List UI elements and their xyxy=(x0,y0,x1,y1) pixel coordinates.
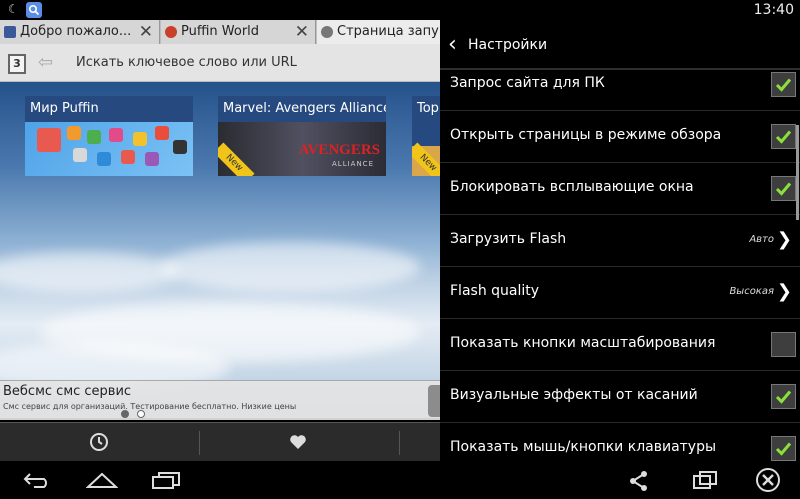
globe-icon xyxy=(321,26,333,38)
screen-icon[interactable] xyxy=(692,470,718,496)
setting-label: Показать мышь/кнопки клавиатуры xyxy=(450,439,717,455)
ad-banner[interactable]: Вебсмс смс сервис Смс сервис для организ… xyxy=(0,380,440,420)
clock-time: 13:40 xyxy=(753,2,794,18)
checkbox-checked[interactable] xyxy=(771,72,796,97)
tile-title: Marvel: Avengers Alliance xyxy=(218,96,386,122)
setting-load-flash[interactable]: Загрузить Flash Авто ❯ xyxy=(440,215,800,267)
tab-start-page[interactable]: Страница запу... xyxy=(317,20,440,44)
close-icon[interactable] xyxy=(755,467,781,497)
browser-pane: Добро пожало... ✕ Puffin World ✕ Страниц… xyxy=(0,20,440,461)
tile-image: AVENGERS ALLIANCE New xyxy=(218,122,386,176)
setting-label: Flash quality xyxy=(450,283,540,299)
new-badge: New xyxy=(218,142,255,176)
tile-top[interactable]: Top Mar New xyxy=(412,96,440,176)
home-icon[interactable] xyxy=(85,471,119,493)
page-dot xyxy=(137,410,145,418)
tab-title: Страница запу... xyxy=(337,24,440,39)
facebook-icon xyxy=(4,26,16,38)
chevron-left-icon[interactable]: ‹ xyxy=(448,32,457,57)
back-icon[interactable] xyxy=(22,471,52,493)
tab-count-button[interactable]: 3 xyxy=(8,54,26,74)
moon-icon: ☾ xyxy=(8,2,19,16)
app-icon xyxy=(26,2,42,18)
setting-value: Высокая xyxy=(729,286,774,297)
setting-label: Запрос сайта для ПК xyxy=(450,75,605,91)
scrollbar[interactable] xyxy=(796,125,799,220)
checkbox-checked[interactable] xyxy=(771,176,796,201)
setting-overview-mode[interactable]: Открыть страницы в режиме обзора xyxy=(440,111,800,163)
tab-title: Добро пожало... xyxy=(20,24,132,39)
ad-handle[interactable] xyxy=(428,385,440,417)
checkbox-unchecked[interactable] xyxy=(771,332,796,357)
share-icon[interactable] xyxy=(628,470,650,496)
tab-welcome[interactable]: Добро пожало... ✕ xyxy=(0,20,160,44)
close-icon[interactable]: ✕ xyxy=(295,20,309,44)
setting-label: Открыть страницы в режиме обзора xyxy=(450,127,722,143)
chevron-right-icon: ❯ xyxy=(776,281,792,302)
puffin-icon xyxy=(165,26,177,38)
setting-block-popups[interactable]: Блокировать всплывающие окна xyxy=(440,163,800,215)
new-badge: New xyxy=(412,142,440,176)
tab-title: Puffin World xyxy=(181,24,260,39)
avengers-logo: AVENGERS xyxy=(298,142,380,158)
page-dot-active xyxy=(121,410,129,418)
url-input[interactable]: Искать ключевое слово или URL xyxy=(76,55,297,70)
setting-touch-effects[interactable]: Визуальные эффекты от касаний xyxy=(440,371,800,423)
tile-puffin-world[interactable]: Мир Puffin xyxy=(25,96,193,176)
recents-icon[interactable] xyxy=(151,471,181,493)
setting-label: Загрузить Flash xyxy=(450,231,567,247)
setting-label: Визуальные эффекты от касаний xyxy=(450,387,698,403)
checkbox-checked[interactable] xyxy=(771,436,796,461)
close-icon[interactable]: ✕ xyxy=(139,20,153,44)
settings-title: Настройки xyxy=(468,37,548,53)
navigation-bar xyxy=(0,461,800,499)
back-arrow-icon[interactable]: ⇦ xyxy=(38,52,53,73)
setting-label: Блокировать всплывающие окна xyxy=(450,179,694,195)
ad-description: Смс сервис для организаций. Тестирование… xyxy=(3,402,297,411)
browser-toolbar xyxy=(0,422,440,461)
tab-strip: Добро пожало... ✕ Puffin World ✕ Страниц… xyxy=(0,20,440,44)
tile-marvel[interactable]: Marvel: Avengers Alliance AVENGERS ALLIA… xyxy=(218,96,386,176)
setting-value: Авто xyxy=(749,234,774,245)
checkbox-checked[interactable] xyxy=(771,124,796,149)
heart-icon[interactable] xyxy=(288,432,308,452)
tile-image xyxy=(25,122,193,176)
setting-mouse-keyboard[interactable]: Показать мышь/кнопки клавиатуры xyxy=(440,423,800,461)
setting-zoom-buttons[interactable]: Показать кнопки масштабирования xyxy=(440,319,800,371)
tile-title: Мир Puffin xyxy=(25,96,193,122)
clock-icon[interactable] xyxy=(89,432,109,452)
setting-label: Показать кнопки масштабирования xyxy=(450,335,716,351)
ad-title: Вебсмс смс сервис xyxy=(3,384,132,399)
settings-panel: ‹ Настройки Запрос сайта для ПК Открыть … xyxy=(440,20,800,461)
checkbox-checked[interactable] xyxy=(771,384,796,409)
chevron-right-icon: ❯ xyxy=(776,229,792,250)
setting-desktop-site[interactable]: Запрос сайта для ПК xyxy=(440,59,800,111)
tab-puffin-world[interactable]: Puffin World ✕ xyxy=(161,20,316,44)
alliance-logo: ALLIANCE xyxy=(332,160,374,168)
status-bar: ☾ 13:40 xyxy=(0,0,800,20)
start-page: Мир Puffin Marvel: Avengers Alliance AVE… xyxy=(0,82,440,418)
tile-image: New xyxy=(412,142,440,176)
address-bar: 3 ⇦ Искать ключевое слово или URL xyxy=(0,44,440,82)
setting-flash-quality[interactable]: Flash quality Высокая ❯ xyxy=(440,267,800,319)
